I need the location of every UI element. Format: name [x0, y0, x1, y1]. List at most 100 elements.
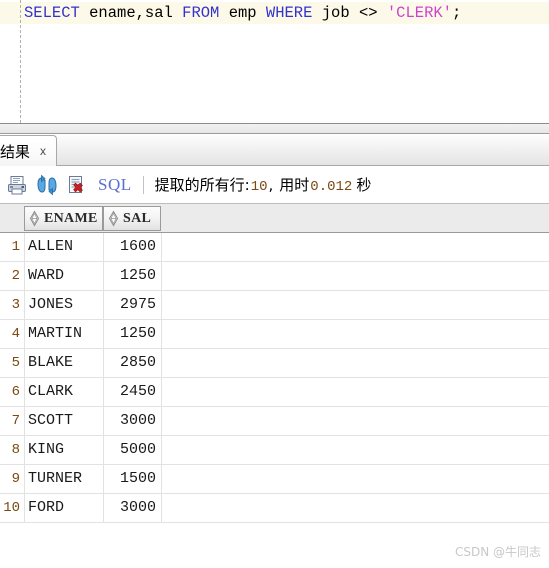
- sql-token-plain: [378, 4, 387, 22]
- cell-ename[interactable]: JONES: [28, 291, 100, 319]
- cell-sal[interactable]: 2850: [103, 349, 156, 377]
- sql-token-plain: [80, 4, 89, 22]
- row-number[interactable]: 6: [0, 378, 20, 406]
- cell-sal[interactable]: 1250: [103, 320, 156, 348]
- cell-ename[interactable]: ALLEN: [28, 233, 100, 261]
- cell-sal[interactable]: 2450: [103, 378, 156, 406]
- watermark: CSDN @牛同志: [454, 545, 541, 559]
- print-icon[interactable]: [4, 172, 30, 198]
- sql-token-plain: [350, 4, 359, 22]
- table-row[interactable]: 4 MARTIN 1250: [0, 320, 549, 349]
- result-grid[interactable]: ENAME SAL 1 ALLEN 1600 2 WARD 1250 3 JONES 2975 4…: [0, 204, 549, 568]
- row-number[interactable]: 5: [0, 349, 20, 377]
- cell-sal[interactable]: 1600: [103, 233, 156, 261]
- cell-ename[interactable]: CLARK: [28, 378, 100, 406]
- cell-ename[interactable]: BLAKE: [28, 349, 100, 377]
- tab-query-results[interactable]: 询结果 x: [0, 135, 58, 166]
- cell-divider: [24, 494, 25, 523]
- row-number[interactable]: 7: [0, 407, 20, 435]
- cell-divider: [161, 465, 162, 494]
- table-row[interactable]: 9 TURNER 1500: [0, 465, 549, 494]
- cell-divider: [24, 407, 25, 436]
- cell-ename[interactable]: TURNER: [28, 465, 100, 493]
- column-header-ename-label: ENAME: [44, 210, 98, 226]
- row-number[interactable]: 2: [0, 262, 20, 290]
- grid-body: 1 ALLEN 1600 2 WARD 1250 3 JONES 2975 4 MARTIN 1250…: [0, 233, 549, 568]
- cell-ename[interactable]: MARTIN: [28, 320, 100, 348]
- status-prefix: 提取的所有行:: [154, 176, 250, 194]
- cell-divider: [161, 233, 162, 262]
- row-number[interactable]: 1: [0, 233, 20, 261]
- row-number[interactable]: 10: [0, 494, 20, 522]
- cell-divider: [24, 262, 25, 291]
- table-row[interactable]: 3 JONES 2975: [0, 291, 549, 320]
- status-row-count: 10: [250, 179, 268, 195]
- sql-token-string: 'CLERK': [386, 4, 452, 22]
- sql-token-punctuation: ;: [452, 4, 462, 22]
- grid-corner-cell[interactable]: [0, 204, 24, 232]
- cell-divider: [161, 349, 162, 378]
- cell-divider: [24, 320, 25, 349]
- cell-divider: [24, 436, 25, 465]
- cell-divider: [161, 436, 162, 465]
- sql-token-keyword: WHERE: [265, 4, 313, 22]
- sql-token-identifier: ename,sal: [89, 4, 173, 22]
- editor-indent-guide: [20, 0, 21, 123]
- sql-mode-label[interactable]: SQL: [98, 175, 132, 195]
- sql-statement-text[interactable]: SELECT ename,sal FROM emp WHERE job <> '…: [24, 3, 461, 23]
- cell-sal[interactable]: 3000: [103, 494, 156, 522]
- cell-divider: [161, 407, 162, 436]
- cell-ename[interactable]: SCOTT: [28, 407, 100, 435]
- cell-sal[interactable]: 3000: [103, 407, 156, 435]
- cell-divider: [24, 233, 25, 262]
- table-row[interactable]: 10 FORD 3000: [0, 494, 549, 523]
- row-number[interactable]: 3: [0, 291, 20, 319]
- sort-updown-icon[interactable]: [28, 210, 41, 227]
- table-row[interactable]: 1 ALLEN 1600: [0, 233, 549, 262]
- status-time-value: 0.012: [310, 179, 353, 195]
- status-separator: ,: [268, 176, 274, 194]
- cell-ename[interactable]: WARD: [28, 262, 100, 290]
- cell-divider: [161, 291, 162, 320]
- results-tab-strip: 询结果 x: [0, 135, 549, 166]
- pane-splitter[interactable]: [0, 124, 549, 134]
- cell-sal[interactable]: 2975: [103, 291, 156, 319]
- status-time-label: 用时: [279, 176, 310, 194]
- table-row[interactable]: 5 BLAKE 2850: [0, 349, 549, 378]
- table-row[interactable]: 6 CLARK 2450: [0, 378, 549, 407]
- grid-header-row: ENAME SAL: [0, 204, 549, 233]
- sql-editor-pane[interactable]: SELECT ename,sal FROM emp WHERE job <> '…: [0, 0, 549, 123]
- table-row[interactable]: 8 KING 5000: [0, 436, 549, 465]
- close-icon[interactable]: x: [40, 145, 46, 157]
- cell-divider: [161, 494, 162, 523]
- sort-updown-icon[interactable]: [107, 210, 120, 227]
- cell-ename[interactable]: KING: [28, 436, 100, 464]
- table-row[interactable]: 2 WARD 1250: [0, 262, 549, 291]
- sql-token-identifier: emp: [228, 4, 257, 22]
- column-header-ename[interactable]: ENAME: [24, 206, 103, 231]
- cell-divider: [161, 320, 162, 349]
- toolbar-divider: [142, 175, 144, 194]
- sql-token-operator: <>: [358, 4, 378, 22]
- results-toolbar: SQL 提取的所有行: 10 , 用时 0.012 秒: [0, 166, 549, 204]
- cell-sal[interactable]: 5000: [103, 436, 156, 464]
- row-number[interactable]: 4: [0, 320, 20, 348]
- refresh-icon[interactable]: [34, 172, 60, 198]
- row-number[interactable]: 9: [0, 465, 20, 493]
- sql-token-plain: [257, 4, 266, 22]
- sql-token-plain: [173, 4, 182, 22]
- cell-divider: [24, 378, 25, 407]
- status-time-unit: 秒: [356, 176, 372, 194]
- status-text: 提取的所有行: 10 , 用时 0.012 秒: [155, 174, 372, 195]
- sql-token-keyword: FROM: [182, 4, 220, 22]
- clear-icon[interactable]: [64, 172, 90, 198]
- sql-token-plain: [312, 4, 321, 22]
- cell-ename[interactable]: FORD: [28, 494, 100, 522]
- table-row[interactable]: 7 SCOTT 3000: [0, 407, 549, 436]
- column-header-sal[interactable]: SAL: [103, 206, 161, 231]
- sql-token-plain: [219, 4, 228, 22]
- cell-divider: [24, 465, 25, 494]
- cell-sal[interactable]: 1500: [103, 465, 156, 493]
- row-number[interactable]: 8: [0, 436, 20, 464]
- cell-sal[interactable]: 1250: [103, 262, 156, 290]
